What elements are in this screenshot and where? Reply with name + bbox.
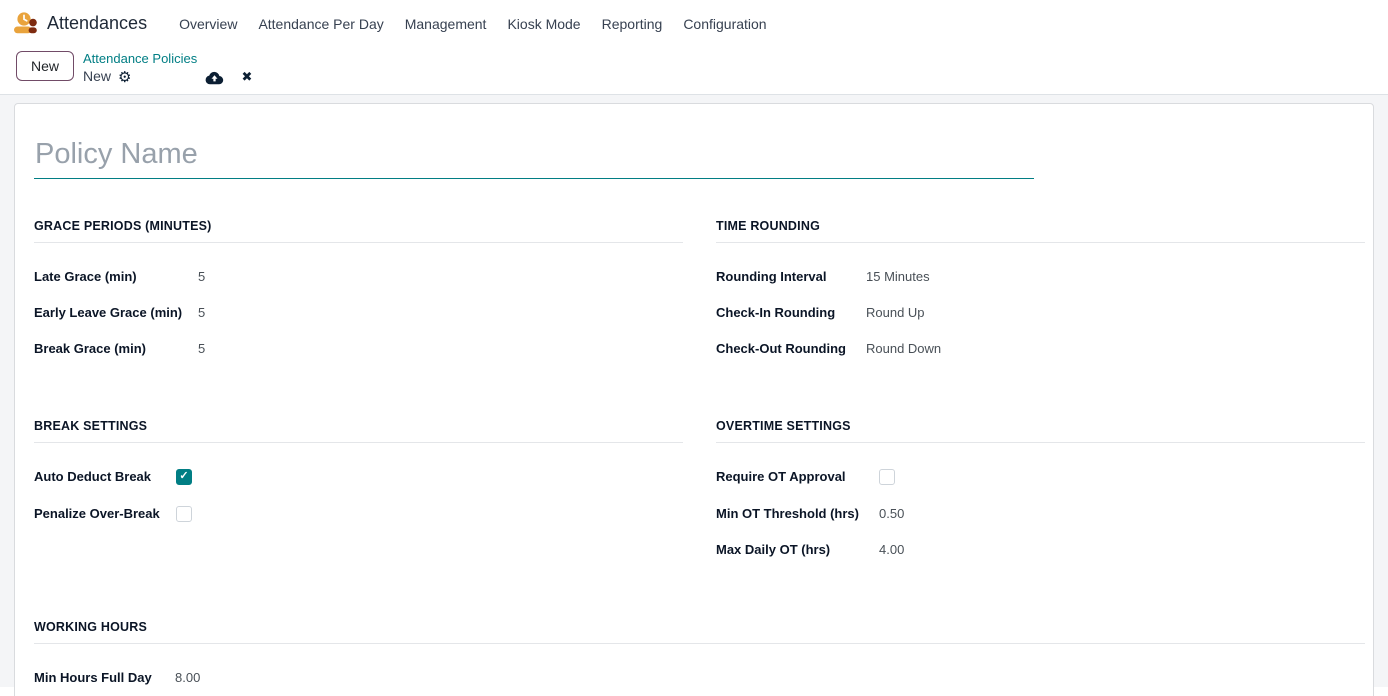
attendances-app-icon[interactable] [10,10,38,38]
field-label: Check-Out Rounding [716,341,866,356]
breadcrumb-parent-link[interactable]: Attendance Policies [83,51,252,67]
field-label: Rounding Interval [716,269,866,284]
require-ot-approval-checkbox[interactable] [879,469,895,485]
field-label: Late Grace (min) [34,269,198,284]
new-button[interactable]: New [16,51,74,81]
section-title: OVERTIME SETTINGS [716,419,1365,443]
section-title: WORKING HOURS [34,620,1365,644]
auto-deduct-break-checkbox[interactable] [176,469,192,485]
nav-item-reporting[interactable]: Reporting [592,10,673,38]
field-label: Auto Deduct Break [34,469,176,484]
field-label: Max Daily OT (hrs) [716,542,879,557]
nav-item-configuration[interactable]: Configuration [673,10,776,38]
field-value[interactable]: 4.00 [879,542,904,557]
field-label: Penalize Over-Break [34,506,176,521]
section-working-hours: WORKING HOURS Min Hours Full Day 8.00 Mi… [34,620,1365,696]
nav-item-attendance-per-day[interactable]: Attendance Per Day [248,10,393,38]
field-value[interactable]: 0.50 [879,506,904,521]
top-header: Attendances Overview Attendance Per Day … [0,0,1388,95]
field-label: Early Leave Grace (min) [34,305,198,320]
field-break-grace: Break Grace (min) 5 [34,341,683,356]
field-checkin-rounding: Check-In Rounding Round Up [716,305,1365,320]
field-value[interactable]: 5 [198,305,205,320]
section-title: GRACE PERIODS (MINUTES) [34,219,683,243]
section-break-settings: BREAK SETTINGS Auto Deduct Break Penaliz… [34,419,683,578]
nav-item-management[interactable]: Management [395,10,497,38]
field-label: Min Hours Full Day [34,670,175,685]
nav-bar: Attendances Overview Attendance Per Day … [0,0,1388,47]
section-time-rounding: TIME ROUNDING Rounding Interval 15 Minut… [716,219,1365,377]
section-title: BREAK SETTINGS [34,419,683,443]
policy-name-input[interactable] [34,138,1034,179]
save-cloud-icon[interactable] [205,70,224,85]
field-min-hours-full-day: Min Hours Full Day 8.00 [34,670,1365,685]
nav-item-overview[interactable]: Overview [169,10,247,38]
section-title: TIME ROUNDING [716,219,1365,243]
field-value[interactable]: 15 Minutes [866,269,930,284]
penalize-over-break-checkbox[interactable] [176,506,192,522]
gear-icon[interactable]: ⚙ [118,70,131,85]
field-value[interactable]: Round Down [866,341,941,356]
field-auto-deduct-break: Auto Deduct Break [34,469,683,485]
field-label: Check-In Rounding [716,305,866,320]
app-menu: Overview Attendance Per Day Management K… [169,10,778,38]
field-value[interactable]: 8.00 [175,670,200,685]
field-rounding-interval: Rounding Interval 15 Minutes [716,269,1365,284]
field-penalize-over-break: Penalize Over-Break [34,506,683,522]
app-title[interactable]: Attendances [47,13,147,34]
discard-x-icon[interactable]: ✖ [241,71,252,84]
breadcrumb-current: New [83,68,111,86]
section-grace-periods: GRACE PERIODS (MINUTES) Late Grace (min)… [34,219,683,377]
content-area: GRACE PERIODS (MINUTES) Late Grace (min)… [0,95,1388,687]
field-checkout-rounding: Check-Out Rounding Round Down [716,341,1365,356]
field-min-ot-threshold: Min OT Threshold (hrs) 0.50 [716,506,1365,521]
field-max-daily-ot: Max Daily OT (hrs) 4.00 [716,542,1365,557]
section-overtime-settings: OVERTIME SETTINGS Require OT Approval Mi… [716,419,1365,578]
field-early-leave-grace: Early Leave Grace (min) 5 [34,305,683,320]
field-value[interactable]: 5 [198,269,205,284]
field-value[interactable]: 5 [198,341,205,356]
policy-form-card: GRACE PERIODS (MINUTES) Late Grace (min)… [14,103,1374,696]
nav-item-kiosk-mode[interactable]: Kiosk Mode [497,10,590,38]
field-late-grace: Late Grace (min) 5 [34,269,683,284]
field-label: Min OT Threshold (hrs) [716,506,879,521]
field-require-ot-approval: Require OT Approval [716,469,1365,485]
breadcrumb: Attendance Policies New ⚙ ✖ [83,51,252,86]
field-label: Require OT Approval [716,469,879,484]
control-panel: New Attendance Policies New ⚙ ✖ [0,47,1388,86]
field-value[interactable]: Round Up [866,305,925,320]
field-label: Break Grace (min) [34,341,198,356]
form-sections: GRACE PERIODS (MINUTES) Late Grace (min)… [34,219,1365,696]
